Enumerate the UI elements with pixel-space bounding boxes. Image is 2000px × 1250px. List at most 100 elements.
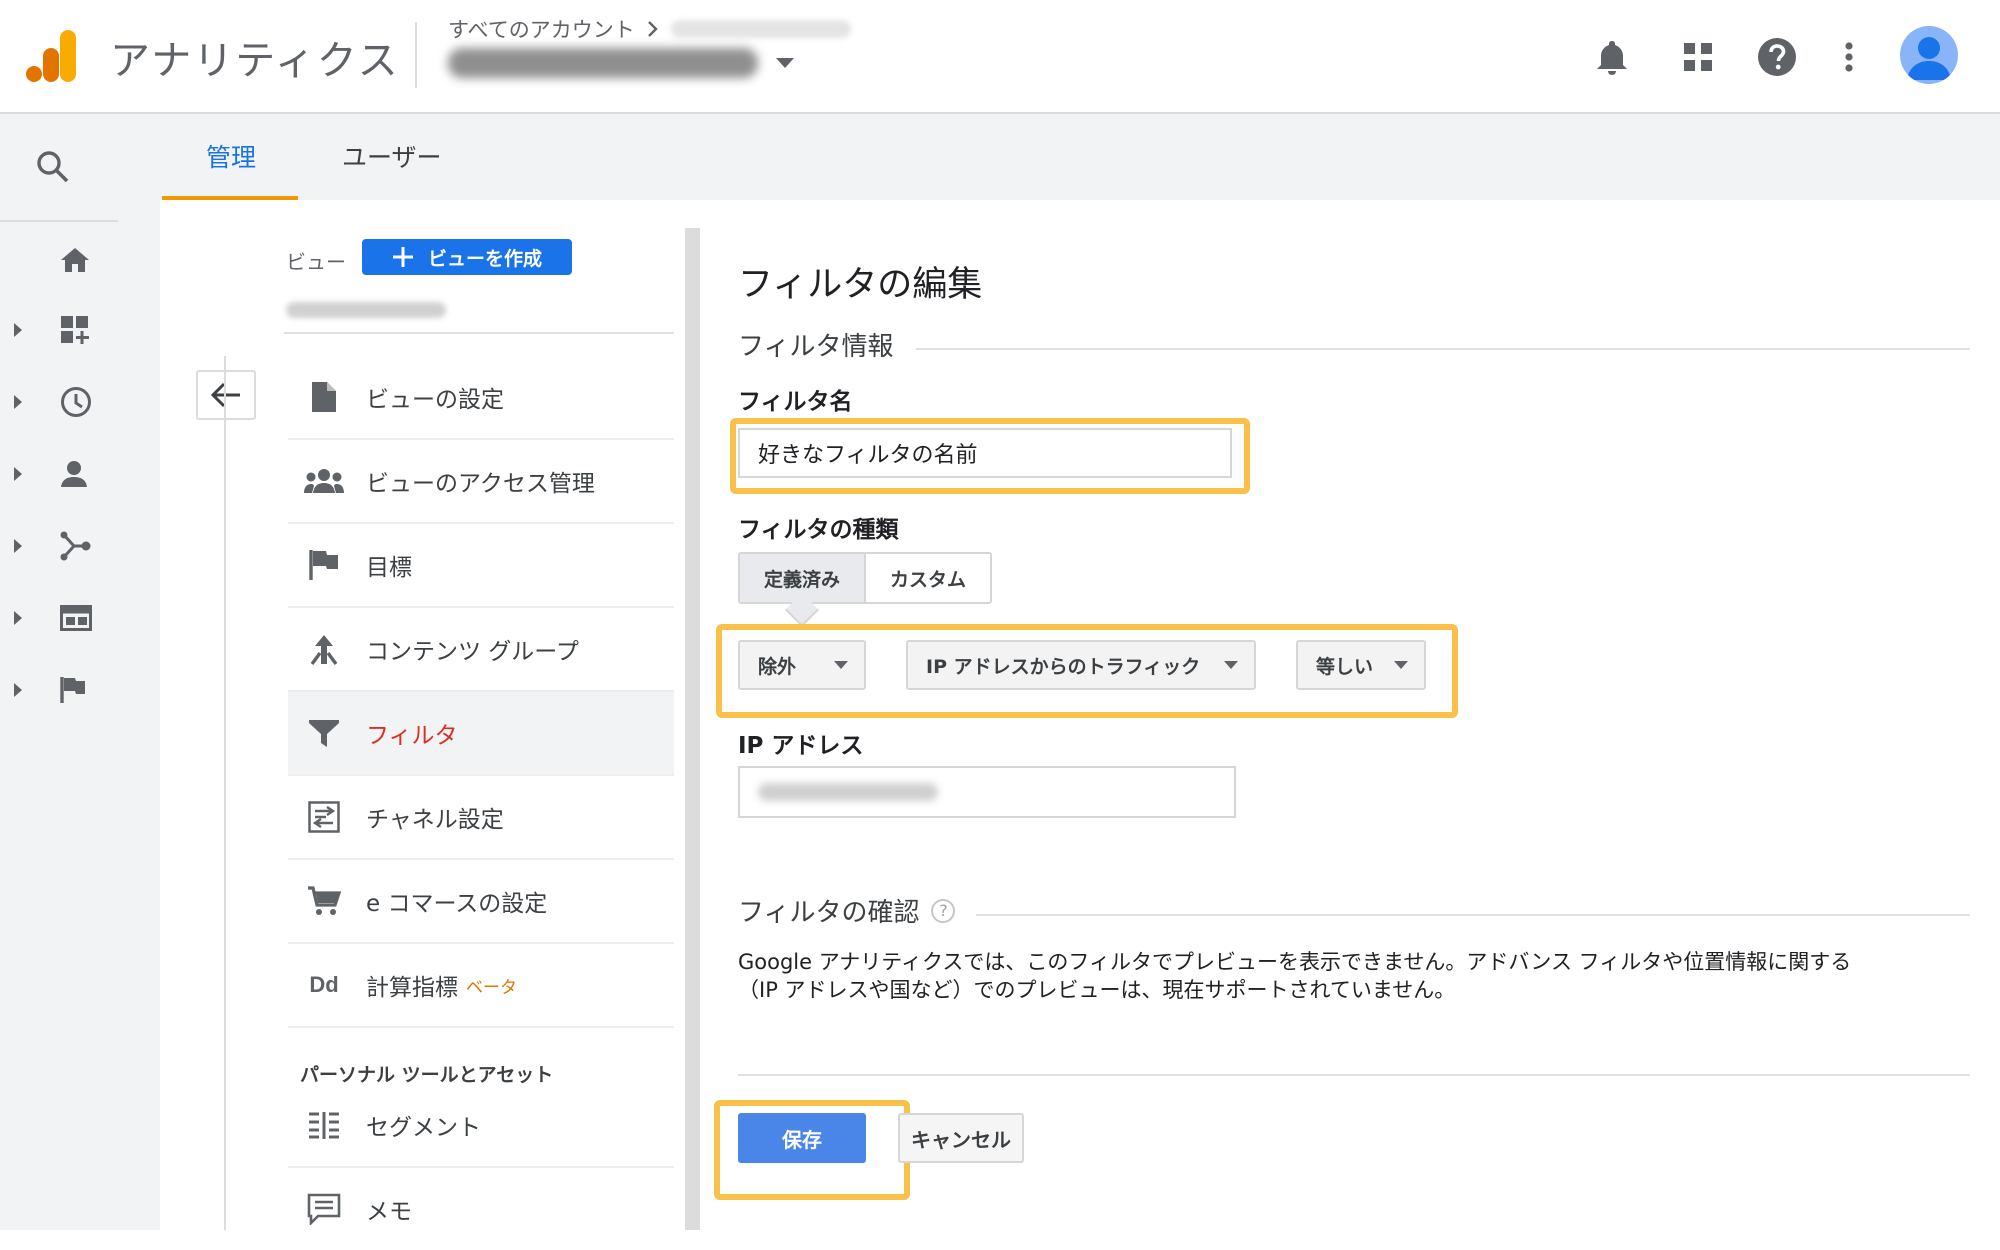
source-dropdown[interactable]: IP アドレスからのトラフィック bbox=[906, 640, 1256, 690]
action-dropdown-value: 除外 bbox=[758, 655, 797, 678]
apps-icon[interactable] bbox=[1675, 34, 1721, 80]
notifications-icon[interactable] bbox=[1589, 34, 1635, 80]
view-access-management-item[interactable]: ビューのアクセス管理 bbox=[288, 440, 674, 524]
people-icon bbox=[292, 468, 356, 494]
home-icon bbox=[60, 247, 90, 273]
menu-item-label: メモ bbox=[366, 1199, 412, 1225]
content-grouping-item[interactable]: コンテンツ グループ bbox=[288, 608, 674, 692]
menu-item-label: セグメント bbox=[366, 1115, 481, 1141]
filter-verify-heading: フィルタの確認 ? bbox=[738, 892, 956, 929]
note-line-2: （IP アドレスや国など）でのプレビューは、現在サポートされていません。 bbox=[738, 978, 1456, 1002]
help-icon[interactable] bbox=[1754, 34, 1800, 80]
flag-icon bbox=[60, 676, 86, 704]
menu-item-label: e コマースの設定 bbox=[366, 891, 548, 917]
calculated-metrics-item[interactable]: Dd 計算指標 ベータ bbox=[288, 944, 674, 1028]
view-settings-item[interactable]: ビューの設定 bbox=[288, 356, 674, 440]
dropdown-arrow-icon bbox=[834, 661, 848, 669]
expand-caret-icon bbox=[14, 611, 32, 625]
menu-item-label: チャネル設定 bbox=[366, 807, 504, 833]
dropdown-arrow-icon bbox=[1224, 661, 1238, 669]
dropdown-arrow-icon bbox=[1394, 661, 1408, 669]
menu-item-label: フィルタ bbox=[366, 723, 458, 749]
section-rule bbox=[916, 348, 1970, 350]
breadcrumb-all-accounts[interactable]: すべてのアカウント bbox=[448, 14, 635, 44]
annotations-item[interactable]: メモ bbox=[288, 1168, 674, 1250]
create-view-label: ビューを作成 bbox=[427, 247, 542, 270]
action-dropdown[interactable]: 除外 bbox=[738, 640, 866, 690]
behavior-icon bbox=[60, 605, 92, 631]
menu-item-label: ビューのアクセス管理 bbox=[366, 471, 595, 497]
view-label: ビュー bbox=[286, 250, 346, 274]
back-button[interactable] bbox=[196, 370, 256, 420]
header-divider bbox=[415, 22, 417, 88]
clock-icon bbox=[60, 386, 92, 418]
analytics-logo[interactable] bbox=[26, 30, 76, 82]
file-icon bbox=[292, 381, 356, 413]
filter-info-heading: フィルタ情報 bbox=[738, 326, 893, 363]
page-title: フィルタの編集 bbox=[738, 265, 983, 305]
filter-name-label: フィルタ名 bbox=[738, 389, 853, 415]
tab-admin[interactable]: 管理 bbox=[206, 138, 256, 174]
rail-conversions[interactable] bbox=[14, 670, 104, 710]
channel-settings-item[interactable]: チャネル設定 bbox=[288, 776, 674, 860]
tree-connector bbox=[224, 356, 226, 1230]
cart-icon bbox=[292, 886, 356, 916]
menu-item-label: コンテンツ グループ bbox=[366, 639, 579, 665]
annotations-icon bbox=[292, 1193, 356, 1225]
ip-address-input[interactable] bbox=[738, 766, 1236, 818]
blurred-account-name bbox=[448, 48, 758, 78]
goals-item[interactable]: 目標 bbox=[288, 524, 674, 608]
app-title: アナリティクス bbox=[110, 38, 400, 84]
column-scrollbar[interactable] bbox=[685, 228, 700, 1230]
flag-icon bbox=[292, 549, 356, 581]
expand-caret-icon bbox=[14, 683, 32, 697]
ip-address-label: IP アドレス bbox=[738, 733, 864, 759]
ecommerce-settings-item[interactable]: e コマースの設定 bbox=[288, 860, 674, 944]
rail-divider bbox=[0, 220, 118, 222]
menu-item-label: ビューの設定 bbox=[366, 387, 504, 413]
menu-item-label: 計算指標 bbox=[366, 975, 458, 1001]
rail-home[interactable] bbox=[14, 240, 104, 280]
section-title: フィルタ情報 bbox=[738, 332, 894, 362]
account-avatar[interactable] bbox=[1900, 26, 1958, 84]
save-button[interactable]: 保存 bbox=[738, 1113, 866, 1163]
expand-caret-icon bbox=[14, 323, 32, 337]
expand-caret-icon bbox=[14, 467, 32, 481]
cancel-button[interactable]: キャンセル bbox=[898, 1113, 1024, 1163]
rail-customization[interactable] bbox=[14, 310, 104, 350]
filter-name-value: 好きなフィルタの名前 bbox=[758, 443, 978, 468]
rail-audience[interactable] bbox=[14, 454, 104, 494]
rail-realtime[interactable] bbox=[14, 382, 104, 422]
more-vert-icon[interactable] bbox=[1826, 34, 1872, 80]
segments-item[interactable]: セグメント bbox=[288, 1084, 674, 1168]
filter-type-label: フィルタの種類 bbox=[738, 517, 899, 543]
blurred-view-name[interactable] bbox=[286, 302, 446, 318]
note-line-1: Google アナリティクスでは、このフィルタでプレビューを表示できません。アド… bbox=[738, 950, 1852, 974]
filters-item[interactable]: フィルタ bbox=[288, 692, 674, 776]
rail-behavior[interactable] bbox=[14, 598, 104, 638]
create-view-button[interactable]: ビューを作成 bbox=[362, 239, 572, 275]
acquisition-icon bbox=[60, 531, 92, 561]
search-icon[interactable] bbox=[36, 150, 70, 184]
segments-icon bbox=[292, 1111, 356, 1139]
expression-dropdown[interactable]: 等しい bbox=[1296, 640, 1426, 690]
account-selector[interactable] bbox=[448, 48, 794, 78]
beta-badge: ベータ bbox=[466, 977, 517, 998]
tab-user[interactable]: ユーザー bbox=[342, 138, 442, 174]
source-dropdown-value: IP アドレスからのトラフィック bbox=[926, 655, 1201, 678]
help-circle-icon[interactable]: ? bbox=[931, 898, 956, 923]
breadcrumb[interactable]: すべてのアカウント bbox=[448, 14, 851, 44]
dashboard-add-icon bbox=[60, 315, 90, 345]
section-rule bbox=[976, 914, 1970, 916]
expand-caret-icon bbox=[14, 395, 32, 409]
person-icon bbox=[60, 460, 88, 488]
filter-name-input[interactable]: 好きなフィルタの名前 bbox=[738, 428, 1232, 478]
plus-icon bbox=[392, 246, 414, 268]
dd-icon: Dd bbox=[309, 972, 339, 997]
column-divider bbox=[284, 332, 674, 334]
content-grouping-icon bbox=[292, 633, 356, 665]
form-footer-rule bbox=[738, 1074, 1970, 1076]
custom-option[interactable]: カスタム bbox=[866, 554, 991, 602]
blurred-account-path bbox=[670, 20, 851, 38]
rail-acquisition[interactable] bbox=[14, 526, 104, 566]
